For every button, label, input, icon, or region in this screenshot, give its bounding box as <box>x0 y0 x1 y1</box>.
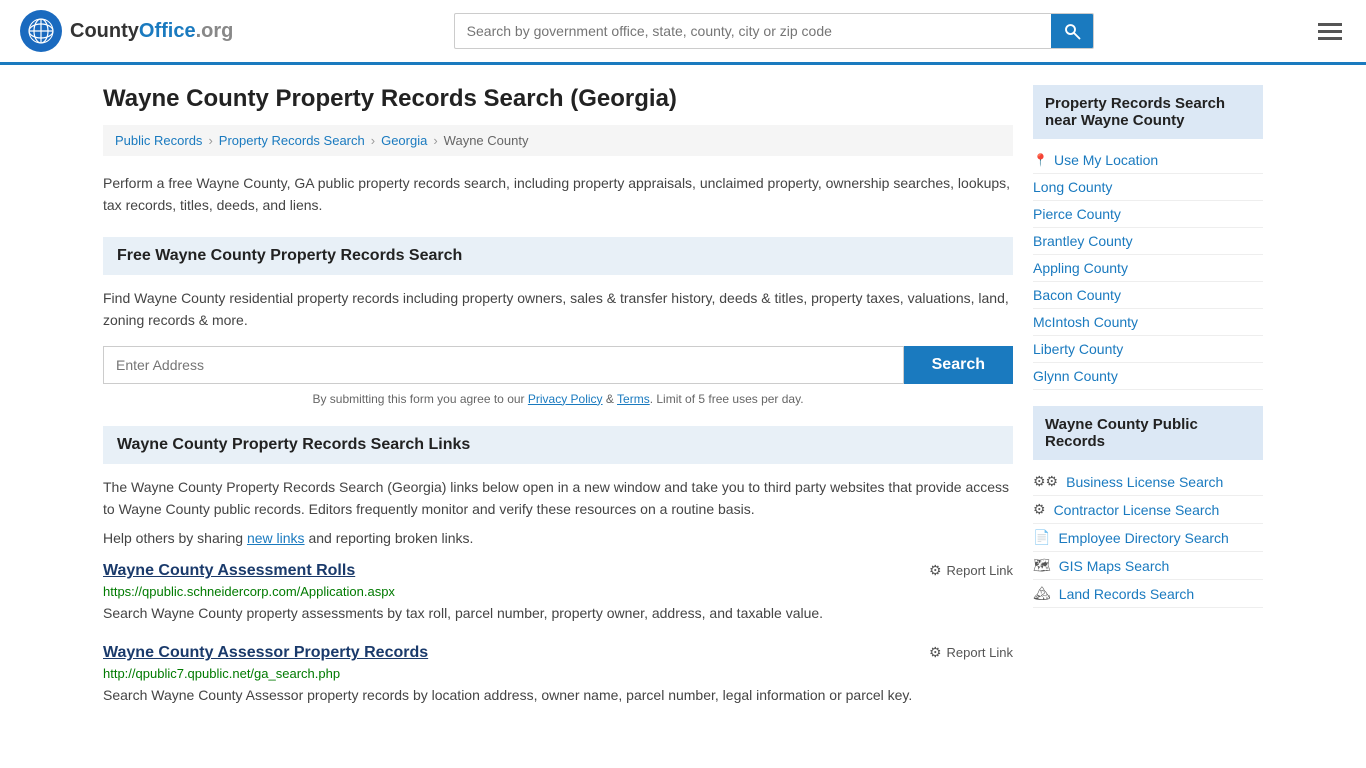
header-search-input[interactable] <box>455 15 1051 47</box>
liberty-county-link[interactable]: Liberty County <box>1033 341 1123 357</box>
business-license-link[interactable]: Business License Search <box>1066 474 1223 490</box>
report-link-2-button[interactable]: ⚙ Report Link <box>929 644 1013 661</box>
links-section-heading: Wayne County Property Records Search Lin… <box>103 426 1013 464</box>
links-section: Wayne County Property Records Search Lin… <box>103 426 1013 707</box>
public-record-1[interactable]: ⚙⚙ Business License Search <box>1033 468 1263 496</box>
link-card-2: Wayne County Assessor Property Records ⚙… <box>103 644 1013 706</box>
nearby-county-3[interactable]: Brantley County <box>1033 228 1263 255</box>
address-search-form: Search <box>103 346 1013 384</box>
business-license-icon: ⚙⚙ <box>1033 473 1058 490</box>
breadcrumb: Public Records › Property Records Search… <box>103 125 1013 156</box>
terms-link[interactable]: Terms <box>617 392 650 406</box>
appling-county-link[interactable]: Appling County <box>1033 260 1128 276</box>
wrench-icon-1: ⚙ <box>929 562 942 579</box>
link-card-1-url[interactable]: https://qpublic.schneidercorp.com/Applic… <box>103 584 1013 599</box>
land-records-link[interactable]: Land Records Search <box>1059 586 1194 602</box>
nearby-county-1[interactable]: Long County <box>1033 174 1263 201</box>
nearby-county-6[interactable]: McIntosh County <box>1033 309 1263 336</box>
free-search-heading: Free Wayne County Property Records Searc… <box>103 237 1013 275</box>
link-card-1: Wayne County Assessment Rolls ⚙ Report L… <box>103 562 1013 624</box>
header-search-button[interactable] <box>1051 14 1093 48</box>
link-card-2-title[interactable]: Wayne County Assessor Property Records <box>103 644 428 662</box>
use-my-location-item[interactable]: 📍 Use My Location <box>1033 147 1263 174</box>
long-county-link[interactable]: Long County <box>1033 179 1112 195</box>
public-records-list: ⚙⚙ Business License Search ⚙ Contractor … <box>1033 468 1263 608</box>
public-records-section-header: Wayne County Public Records <box>1033 406 1263 460</box>
links-description: The Wayne County Property Records Search… <box>103 476 1013 521</box>
public-record-2[interactable]: ⚙ Contractor License Search <box>1033 496 1263 524</box>
mcintosh-county-link[interactable]: McIntosh County <box>1033 314 1138 330</box>
nearby-county-2[interactable]: Pierce County <box>1033 201 1263 228</box>
search-button[interactable]: Search <box>904 346 1013 384</box>
address-input[interactable] <box>103 346 904 384</box>
link-card-1-title[interactable]: Wayne County Assessment Rolls <box>103 562 355 580</box>
contractor-license-link[interactable]: Contractor License Search <box>1054 502 1220 518</box>
breadcrumb-current: Wayne County <box>444 133 529 148</box>
privacy-policy-link[interactable]: Privacy Policy <box>528 392 603 406</box>
gis-maps-link[interactable]: GIS Maps Search <box>1059 558 1170 574</box>
brantley-county-link[interactable]: Brantley County <box>1033 233 1133 249</box>
breadcrumb-sep-1: › <box>208 133 212 148</box>
employee-directory-icon: 📄 <box>1033 529 1050 546</box>
glynn-county-link[interactable]: Glynn County <box>1033 368 1118 384</box>
page-title: Wayne County Property Records Search (Ge… <box>103 85 1013 113</box>
sharing-text: Help others by sharing new links and rep… <box>103 530 1013 546</box>
employee-directory-link[interactable]: Employee Directory Search <box>1058 530 1228 546</box>
breadcrumb-sep-2: › <box>371 133 375 148</box>
page-description: Perform a free Wayne County, GA public p… <box>103 172 1013 217</box>
link-card-2-desc: Search Wayne County Assessor property re… <box>103 685 1013 706</box>
breadcrumb-georgia[interactable]: Georgia <box>381 133 427 148</box>
public-record-4[interactable]: 🗺 GIS Maps Search <box>1033 552 1263 580</box>
link-card-1-desc: Search Wayne County property assessments… <box>103 603 1013 624</box>
nearby-county-5[interactable]: Bacon County <box>1033 282 1263 309</box>
land-records-icon: 🏔 <box>1033 585 1051 602</box>
search-description: Find Wayne County residential property r… <box>103 287 1013 332</box>
breadcrumb-property-records[interactable]: Property Records Search <box>219 133 365 148</box>
logo[interactable]: CountyOffice.org <box>20 10 233 52</box>
nearby-county-4[interactable]: Appling County <box>1033 255 1263 282</box>
hamburger-menu-button[interactable] <box>1314 19 1346 44</box>
sidebar: Property Records Search near Wayne Count… <box>1033 85 1263 726</box>
contractor-license-icon: ⚙ <box>1033 501 1046 518</box>
form-disclaimer: By submitting this form you agree to our… <box>103 392 1013 406</box>
bacon-county-link[interactable]: Bacon County <box>1033 287 1121 303</box>
public-record-5[interactable]: 🏔 Land Records Search <box>1033 580 1263 608</box>
nearby-counties-list: 📍 Use My Location Long County Pierce Cou… <box>1033 147 1263 390</box>
report-link-1-label: Report Link <box>947 563 1013 578</box>
nearby-county-8[interactable]: Glynn County <box>1033 363 1263 390</box>
property-search-section: Free Wayne County Property Records Searc… <box>103 237 1013 406</box>
new-links-link[interactable]: new links <box>247 530 305 546</box>
report-link-2-label: Report Link <box>947 645 1013 660</box>
wrench-icon-2: ⚙ <box>929 644 942 661</box>
gis-maps-icon: 🗺 <box>1033 557 1051 574</box>
header-search-bar <box>454 13 1094 49</box>
pierce-county-link[interactable]: Pierce County <box>1033 206 1121 222</box>
public-record-3[interactable]: 📄 Employee Directory Search <box>1033 524 1263 552</box>
nearby-county-7[interactable]: Liberty County <box>1033 336 1263 363</box>
nearby-section-header: Property Records Search near Wayne Count… <box>1033 85 1263 139</box>
link-card-2-url[interactable]: http://qpublic7.qpublic.net/ga_search.ph… <box>103 666 1013 681</box>
breadcrumb-public-records[interactable]: Public Records <box>115 133 202 148</box>
use-my-location-link[interactable]: Use My Location <box>1054 152 1158 168</box>
report-link-1-button[interactable]: ⚙ Report Link <box>929 562 1013 579</box>
location-pin-icon: 📍 <box>1033 153 1048 167</box>
breadcrumb-sep-3: › <box>433 133 437 148</box>
